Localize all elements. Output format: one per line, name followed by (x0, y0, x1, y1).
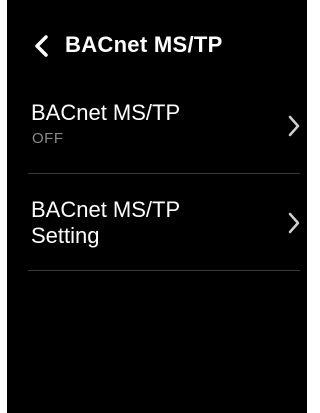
chevron-left-icon (35, 35, 48, 57)
page-title: BACnet MS/TP (65, 32, 223, 57)
divider (28, 173, 300, 174)
menu-item-bacnet-mstp-setting[interactable]: BACnet MS/TP Setting (7, 175, 307, 270)
divider (28, 270, 300, 271)
menu-item-label: BACnet MS/TP Setting (31, 197, 180, 249)
chevron-right-icon (288, 115, 300, 137)
menu-item-label-line2: Setting (31, 223, 100, 248)
back-button[interactable] (31, 34, 51, 58)
menu-item-label-line1: BACnet MS/TP (31, 197, 181, 222)
menu-item-status: OFF (32, 130, 64, 147)
menu-item-bacnet-mstp[interactable]: BACnet MS/TP OFF (7, 92, 307, 172)
chevron-right-icon (288, 212, 300, 234)
menu-item-label: BACnet MS/TP (31, 100, 181, 125)
screen-header: BACnet MS/TP (7, 26, 307, 66)
device-screen: BACnet MS/TP BACnet MS/TP OFF BACnet MS/… (7, 0, 307, 413)
